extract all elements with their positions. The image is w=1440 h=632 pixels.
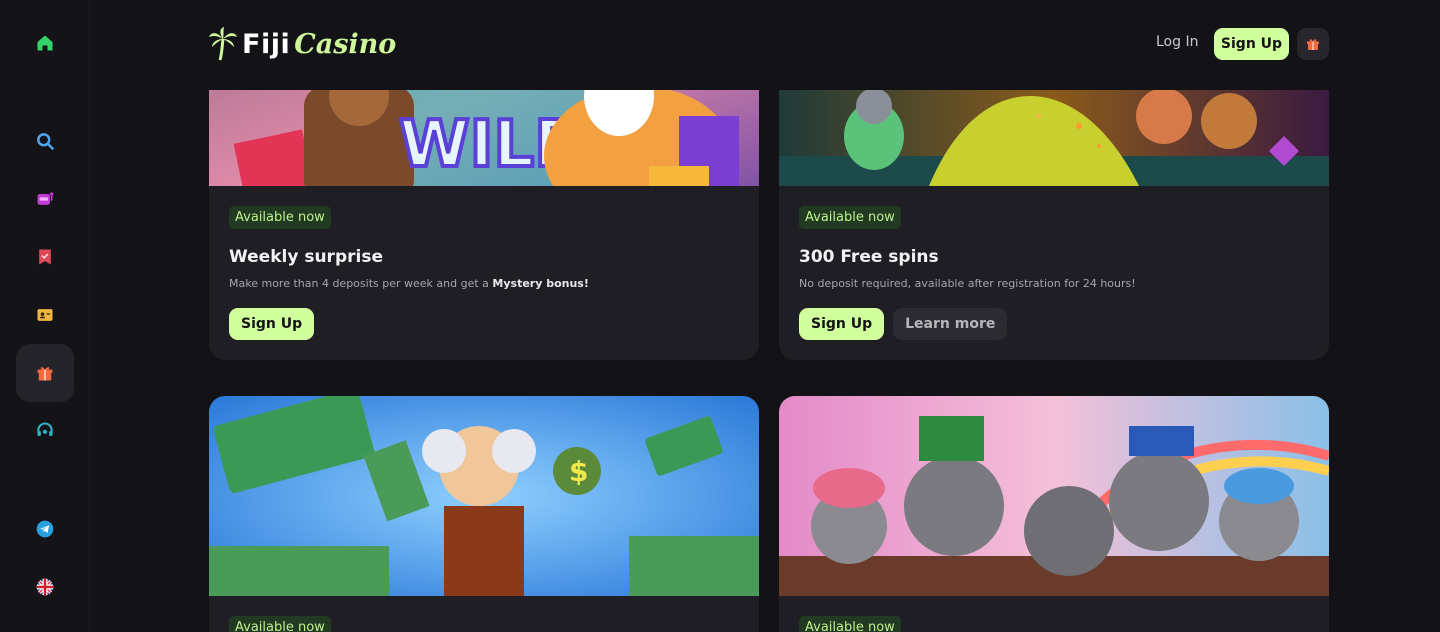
sidebar-item-telegram[interactable] [16, 500, 74, 558]
sidebar [0, 0, 90, 632]
gift-icon [1307, 39, 1319, 50]
gift-button[interactable] [1297, 28, 1329, 60]
gift-icon [37, 367, 53, 381]
sidebar-item-slots[interactable] [16, 170, 74, 228]
logo[interactable]: Fiji Casino [208, 26, 396, 62]
promo-title: 300 Free spins [799, 247, 939, 267]
status-badge: Available now [799, 616, 901, 632]
promo-title: Weekly surprise [229, 247, 383, 267]
signup-button-header[interactable]: Sign Up [1214, 28, 1289, 60]
status-badge: Available now [799, 206, 901, 229]
promo-description: Make more than 4 deposits per week and g… [229, 277, 739, 290]
id-card-icon [37, 309, 53, 321]
logo-text-main: Fiji [242, 28, 291, 60]
promo-image-money: $ [209, 396, 759, 596]
uk-flag-icon [36, 578, 54, 596]
learn-more-button[interactable]: Learn more [893, 308, 1008, 340]
sidebar-item-language[interactable] [16, 558, 74, 616]
promo-description: No deposit required, available after reg… [799, 277, 1136, 290]
svg-text:$: $ [569, 455, 588, 488]
sidebar-item-support[interactable] [16, 402, 74, 460]
sidebar-item-profile[interactable] [16, 286, 74, 344]
promo-card-money: $ Available now [209, 396, 759, 632]
sidebar-item-bookmarks[interactable] [16, 228, 74, 286]
home-icon [37, 35, 53, 51]
logo-text-accent: Casino [294, 28, 397, 60]
sidebar-item-home[interactable] [16, 14, 74, 72]
sidebar-item-search[interactable] [16, 112, 74, 170]
telegram-icon [36, 520, 54, 538]
signup-button[interactable]: Sign Up [799, 308, 885, 340]
status-badge: Available now [229, 206, 331, 229]
slot-machine-icon [37, 192, 54, 205]
signup-button[interactable]: Sign Up [229, 308, 315, 340]
promo-image-raccoons [779, 396, 1329, 596]
promo-description-highlight: Mystery bonus! [492, 277, 589, 290]
support-icon [37, 422, 53, 436]
top-header: Fiji Casino Log In Sign Up [90, 0, 1440, 90]
search-icon [37, 133, 54, 150]
sidebar-item-promotions[interactable] [16, 344, 74, 402]
palm-tree-icon [209, 27, 237, 61]
promo-description-text: Make more than 4 deposits per week and g… [229, 277, 493, 290]
promo-illustration [779, 396, 1329, 596]
bookmark-icon [39, 249, 51, 265]
login-link[interactable]: Log In [1156, 34, 1198, 50]
promo-illustration: $ [209, 396, 759, 596]
status-badge: Available now [229, 616, 331, 632]
promo-card-raccoons: Available now [779, 396, 1329, 632]
